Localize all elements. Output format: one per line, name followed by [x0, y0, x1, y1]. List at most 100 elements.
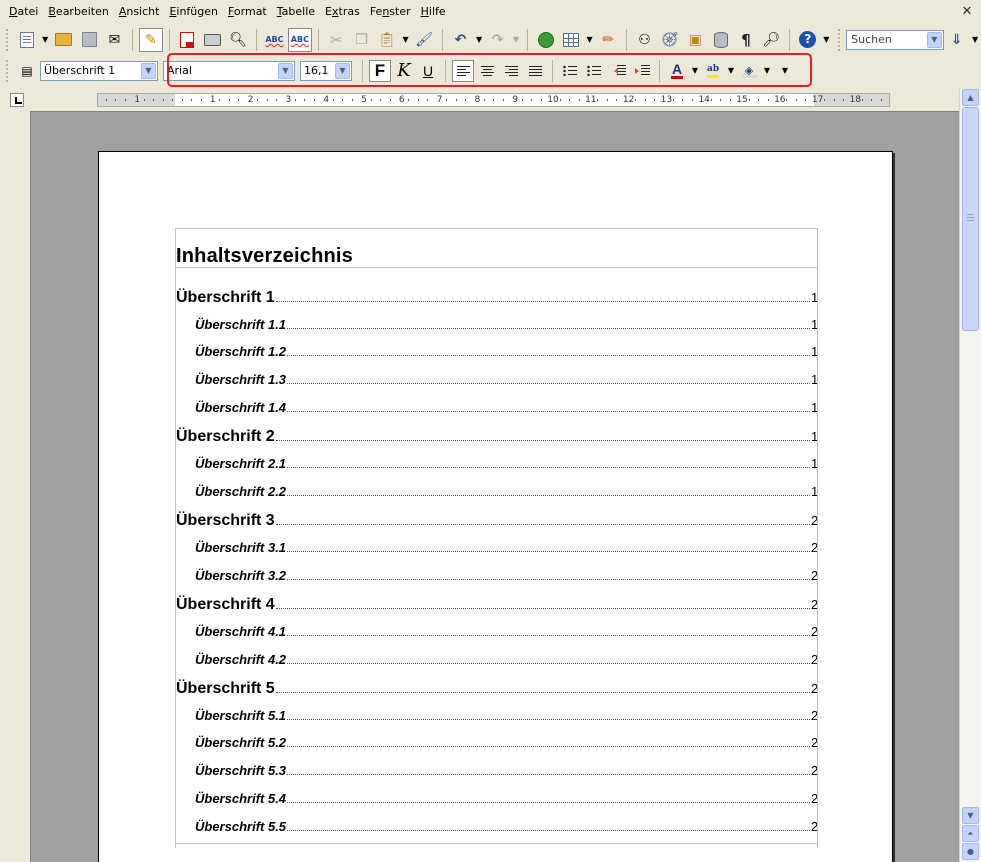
menu-hilfe[interactable]: Hilfe	[416, 0, 451, 24]
redo-dropdown-arrow[interactable]: ▼	[510, 28, 522, 52]
zoom-button[interactable]: 🔎︎	[760, 28, 783, 52]
align-right-button[interactable]	[500, 60, 522, 82]
horizontal-ruler[interactable]: 1 1 2 3 4 5 6 7 8 9 10 11 12 13 14 15 16 17 18	[97, 93, 890, 107]
bold-button[interactable]: F	[369, 59, 391, 82]
toolbar-overflow-arrow[interactable]: ▼	[821, 28, 833, 52]
toc-entry[interactable]: Überschrift 3 2	[176, 512, 817, 530]
toc-entry[interactable]: Überschrift 1.3 1	[176, 372, 817, 387]
font-color-button[interactable]: A	[666, 60, 688, 82]
paragraph-style-dropdown-arrow[interactable]: ▼	[141, 62, 156, 79]
justify-button[interactable]	[524, 60, 546, 82]
decrease-indent-button[interactable]	[607, 60, 629, 82]
align-center-button[interactable]	[476, 60, 498, 82]
toc-entry[interactable]: Überschrift 5.5 2	[176, 819, 817, 834]
toc-entry[interactable]: Überschrift 5.4 2	[176, 791, 817, 806]
toolbar-grip[interactable]	[6, 28, 10, 51]
menu-extras[interactable]: Extras	[320, 0, 365, 24]
italic-button[interactable]: K	[393, 60, 415, 82]
highlight-dropdown-arrow[interactable]: ▼	[725, 59, 737, 83]
save-button[interactable]	[77, 28, 100, 52]
menu-einfügen[interactable]: Einfügen	[164, 0, 223, 24]
bullets-button[interactable]	[583, 60, 605, 82]
toc-entry[interactable]: Überschrift 4.1 2	[176, 624, 817, 639]
font-name-select[interactable]: Arial ▼	[163, 60, 295, 81]
toc-entry[interactable]: Überschrift 4 2	[176, 596, 817, 614]
search-input[interactable]: Suchen ▼	[846, 29, 944, 50]
help-button[interactable]: ?	[796, 28, 819, 52]
toc-entry[interactable]: Überschrift 2 1	[176, 428, 817, 446]
toc-entry[interactable]: Überschrift 3.1 2	[176, 540, 817, 555]
scroll-up-button[interactable]: ▲	[962, 89, 979, 106]
underline-button[interactable]: U	[417, 60, 439, 82]
toc-entry[interactable]: Überschrift 5.2 2	[176, 735, 817, 750]
format-paintbrush-button[interactable]: 🖌︎	[412, 28, 435, 52]
find-next-button[interactable]: ⇓	[945, 28, 968, 52]
export-pdf-button[interactable]	[176, 28, 199, 52]
formatting-marks-button[interactable]: ¶	[734, 28, 757, 52]
cut-button[interactable]: ✂	[325, 28, 348, 52]
font-size-dropdown-arrow[interactable]: ▼	[335, 62, 350, 79]
spellcheck-button[interactable]: ABC	[263, 28, 286, 52]
gallery-button[interactable]: ▣	[684, 28, 707, 52]
font-color-dropdown-arrow[interactable]: ▼	[689, 59, 701, 83]
find-replace-button[interactable]: ⚇	[633, 28, 656, 52]
toc-entry[interactable]: Überschrift 5 2	[176, 680, 817, 698]
table-button[interactable]	[559, 28, 582, 52]
menu-fenster[interactable]: Fenster	[365, 0, 416, 24]
undo-button[interactable]: ↶	[449, 28, 472, 52]
search-toolbar-overflow[interactable]: ▼	[969, 28, 981, 52]
background-color-dropdown-arrow[interactable]: ▼	[761, 59, 773, 83]
email-button[interactable]: ✉	[103, 28, 126, 52]
highlight-button[interactable]: ab	[702, 60, 724, 82]
toc-entry[interactable]: Überschrift 1.4 1	[176, 400, 817, 415]
toc-entry[interactable]: Überschrift 2.1 1	[176, 456, 817, 471]
undo-dropdown-arrow[interactable]: ▼	[473, 28, 485, 52]
toolbar-grip[interactable]	[838, 28, 842, 51]
vertical-scrollbar[interactable]: ▲ ▼ ⏶ ●	[959, 89, 981, 862]
scroll-thumb[interactable]	[962, 107, 979, 331]
toc-entry[interactable]: Überschrift 1.1 1	[176, 317, 817, 332]
font-name-dropdown-arrow[interactable]: ▼	[278, 62, 293, 79]
font-size-select[interactable]: 16,1 ▼	[300, 60, 352, 81]
scroll-down-button[interactable]: ▼	[962, 807, 979, 824]
data-sources-button[interactable]	[709, 28, 732, 52]
paste-dropdown-arrow[interactable]: ▼	[400, 28, 412, 52]
menu-ansicht[interactable]: Ansicht	[114, 0, 165, 24]
align-left-button[interactable]	[452, 59, 474, 82]
toc-entry[interactable]: Überschrift 2.2 1	[176, 484, 817, 499]
toc-entry[interactable]: Überschrift 4.2 2	[176, 652, 817, 667]
menu-datei[interactable]: Datei	[4, 0, 43, 24]
tab-stop-type-button[interactable]	[10, 93, 24, 107]
menu-tabelle[interactable]: Tabelle	[272, 0, 320, 24]
toc-entry[interactable]: Überschrift 5.1 2	[176, 708, 817, 723]
previous-page-button[interactable]: ⏶	[962, 825, 979, 842]
toolbar-grip[interactable]	[6, 59, 10, 82]
navigator-button[interactable]: 🧭︎	[658, 28, 681, 52]
toc-entry[interactable]: Überschrift 1.2 1	[176, 344, 817, 359]
toc-entry[interactable]: Überschrift 3.2 2	[176, 568, 817, 583]
new-dropdown-arrow[interactable]: ▼	[39, 28, 51, 52]
print-button[interactable]	[201, 28, 224, 52]
paste-button[interactable]: 📋︎	[375, 28, 398, 52]
new-document-button[interactable]	[15, 28, 38, 52]
document-page[interactable]: Inhaltsverzeichnis Überschrift 1 1 Übersch…	[98, 151, 893, 862]
paragraph-style-select[interactable]: Überschrift 1 ▼	[40, 60, 158, 81]
increase-indent-button[interactable]	[631, 60, 653, 82]
format-toolbar-overflow[interactable]: ▼	[779, 59, 791, 83]
styles-formatting-button[interactable]: ▤	[15, 59, 39, 83]
table-dropdown-arrow[interactable]: ▼	[584, 28, 596, 52]
background-color-button[interactable]: ◈	[738, 60, 760, 82]
hyperlink-button[interactable]	[534, 28, 557, 52]
navigation-button[interactable]: ●	[962, 843, 979, 860]
search-dropdown-arrow[interactable]: ▼	[926, 31, 942, 48]
toc-entry[interactable]: Überschrift 1 1	[176, 289, 817, 307]
edit-mode-button[interactable]: ✎	[139, 27, 163, 52]
print-preview-button[interactable]: 🔍︎	[226, 28, 249, 52]
menu-format[interactable]: Format	[223, 0, 272, 24]
table-of-contents[interactable]: Inhaltsverzeichnis Überschrift 1 1 Übersch…	[175, 228, 818, 848]
open-button[interactable]	[52, 28, 75, 52]
redo-button[interactable]: ↷	[486, 28, 509, 52]
toc-entry[interactable]: Überschrift 5.3 2	[176, 763, 817, 778]
close-document-icon[interactable]: ✕	[959, 4, 975, 20]
auto-spellcheck-button[interactable]: ABC	[288, 27, 312, 52]
